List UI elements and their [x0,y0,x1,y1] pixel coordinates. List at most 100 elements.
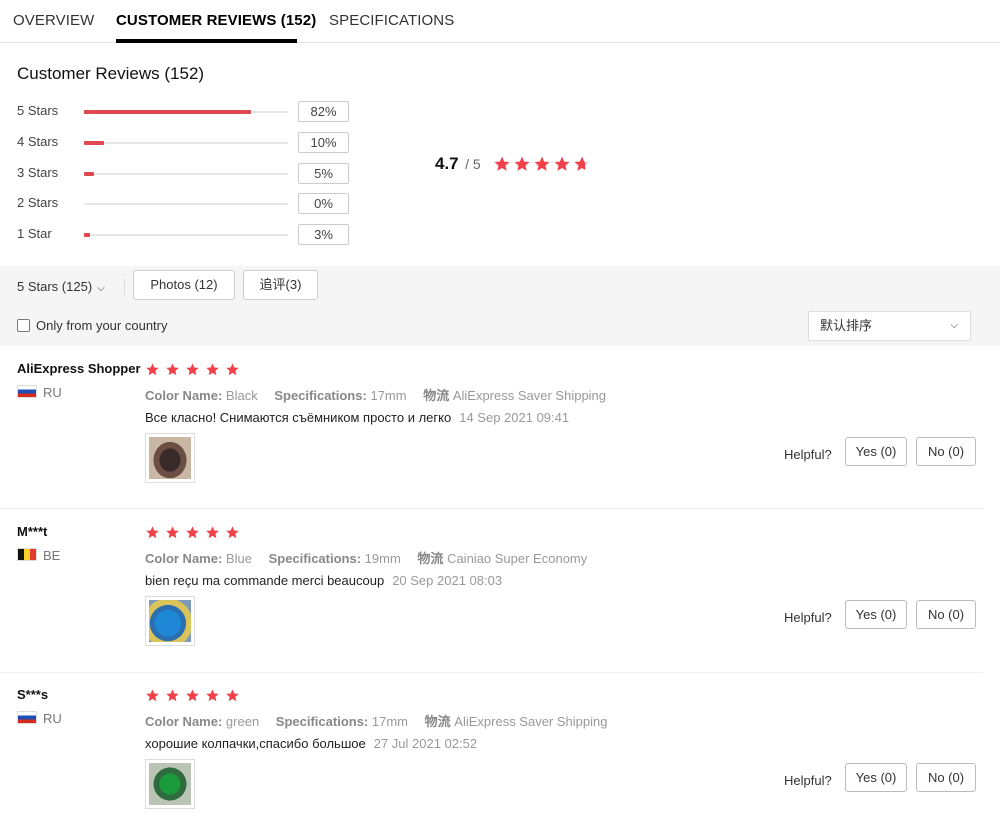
only-my-country-label: Only from your country [36,318,168,333]
country-code: BE [43,548,61,563]
rating-row-1[interactable]: 1 Star 3% [0,224,360,246]
review-text: хорошие колпачки,спасибо большое [145,736,366,751]
color-value: green [225,714,260,729]
average-rating: 4.7 / 5 [435,154,481,174]
spec-value: 17mm [371,714,409,729]
rating-bar-track [84,172,288,176]
star-icon [553,155,571,173]
tab-specifications[interactable]: SPECIFICATIONS [329,12,454,29]
rating-bar-track [84,110,288,114]
tab-overview[interactable]: OVERVIEW [13,12,94,29]
review-photo-thumbnail[interactable] [145,596,195,646]
review-divider [0,672,983,673]
rating-row-label: 1 Star [17,226,52,241]
review-item: M***t BE Color Name: Blue Specifications… [0,524,1000,664]
average-rating-max: / 5 [465,156,481,172]
reviews-summary-title: Customer Reviews (152) [17,64,205,83]
star-icon [225,362,240,377]
star-icon [185,362,200,377]
star-icon [225,525,240,540]
star-filter-label: 5 Stars (125) [17,279,93,294]
shipping-value: AliExpress Saver Shipping [452,388,607,403]
rating-row-4[interactable]: 4 Stars 10% [0,132,360,154]
star-icon [573,155,591,173]
helpful-label: Helpful? [784,447,832,462]
star-filter-dropdown[interactable]: 5 Stars (125) ⌵ [17,279,105,294]
shipping-value: AliExpress Saver Shipping [454,714,608,729]
filter-divider [124,279,125,295]
helpful-yes-button[interactable]: Yes (0) [845,600,907,629]
rating-row-percent: 10% [298,132,349,153]
star-icon [185,525,200,540]
chevron-down-icon: ⌵ [950,320,958,331]
rating-row-2[interactable]: 2 Stars 0% [0,193,360,215]
review-rating-stars [145,525,245,543]
review-item: S***s RU Color Name: green Specification… [0,687,1000,827]
helpful-yes-button[interactable]: Yes (0) [845,437,907,466]
review-photo-image [149,600,191,642]
average-rating-value: 4.7 [435,154,459,173]
reviewer-name: AliExpress Shopper [17,361,141,376]
review-body: хорошие колпачки,спасибо большое 27 Jul 2… [145,736,477,751]
review-body: bien reçu ma commande merci beaucoup 20 S… [145,573,502,588]
review-attributes: Color Name: Blue Specifications: 19mm 物流… [145,548,600,567]
star-icon [493,155,511,173]
spec-value: 19mm [364,551,401,566]
review-rating-stars [145,688,245,706]
shipping-key: 物流 [417,551,444,566]
shipping-key: 物流 [423,388,450,403]
sort-dropdown[interactable]: 默认排序 ⌵ [808,311,971,341]
rating-row-percent: 0% [298,193,349,214]
star-icon [205,688,220,703]
color-key: Color Name: [145,388,223,403]
flag-be-icon [17,548,37,561]
review-text: Все класно! Снимаются съёмником просто и… [145,410,452,425]
rating-row-percent: 3% [298,224,349,245]
active-tab-indicator [116,39,297,43]
rating-row-3[interactable]: 3 Stars 5% [0,163,360,185]
sort-label: 默认排序 [820,318,873,333]
reviewer-country: RU [17,711,62,726]
spec-key: Specifications: [268,551,362,566]
star-icon [205,362,220,377]
helpful-label: Helpful? [784,610,832,625]
star-icon [145,525,160,540]
review-item: AliExpress Shopper RU Color Name: Black … [0,361,1000,501]
only-my-country-checkbox[interactable] [17,319,30,332]
spec-key: Specifications: [274,388,367,403]
spec-key: Specifications: [275,714,369,729]
rating-row-label: 3 Stars [17,165,59,180]
helpful-yes-button[interactable]: Yes (0) [845,763,907,792]
review-attributes: Color Name: green Specifications: 17mm 物… [145,711,620,730]
color-value: Black [225,388,258,403]
spec-value: 17mm [370,388,407,403]
reviewer-name: M***t [17,524,48,539]
helpful-label: Helpful? [784,773,832,788]
helpful-no-button[interactable]: No (0) [916,763,976,792]
photos-filter-button[interactable]: Photos (12) [133,270,235,300]
review-body: Все класно! Снимаются съёмником просто и… [145,410,569,425]
rating-row-label: 2 Stars [17,195,59,210]
average-rating-stars [493,155,593,173]
star-icon [165,525,180,540]
reviewer-country: BE [17,548,60,563]
tab-customer-reviews[interactable]: CUSTOMER REVIEWS (152) [116,12,316,29]
star-icon [145,688,160,703]
color-value: Blue [225,551,252,566]
star-icon [225,688,240,703]
flag-ru-icon [17,711,37,724]
star-icon [533,155,551,173]
review-date: 14 Sep 2021 09:41 [459,410,570,425]
helpful-no-button[interactable]: No (0) [916,600,976,629]
review-photo-thumbnail[interactable] [145,759,195,809]
review-photo-image [149,763,191,805]
review-photo-image [149,437,191,479]
review-photo-thumbnail[interactable] [145,433,195,483]
helpful-no-button[interactable]: No (0) [916,437,976,466]
rating-row-label: 4 Stars [17,134,59,149]
review-rating-stars [145,362,245,380]
filter-bar: 5 Stars (125) ⌵ Photos (12) 追评(3) Only fr… [0,266,1000,346]
rating-bar-track [84,233,288,237]
rating-row-5[interactable]: 5 Stars 82% [0,101,360,123]
followup-filter-button[interactable]: 追评(3) [243,270,318,300]
